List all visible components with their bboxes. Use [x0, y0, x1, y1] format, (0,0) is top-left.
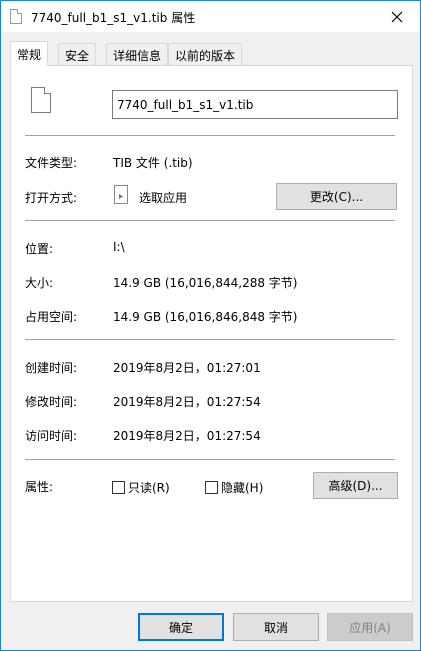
hidden-checkbox-box[interactable] — [205, 481, 218, 494]
cancel-button-label: 取消 — [263, 620, 288, 635]
tab-security[interactable]: 安全 — [58, 43, 97, 65]
ok-button-label: 确定 — [168, 620, 193, 635]
size-on-disk-label: 占用空间: — [25, 310, 78, 324]
divider — [25, 459, 395, 460]
apply-button-label: 应用(A) — [349, 620, 391, 635]
properties-window: 7740_full_b1_s1_v1.tib 属性 常规 安全 详细信息 以前的… — [0, 0, 421, 651]
modified-label: 修改时间: — [25, 395, 78, 409]
hidden-checkbox[interactable]: 隐藏(H) — [205, 479, 263, 496]
size-on-disk-value: 14.9 GB (16,016,846,848 字节) — [113, 310, 298, 324]
opens-with-label: 打开方式: — [25, 191, 78, 205]
change-button-label: 更改(C)... — [309, 190, 364, 204]
tab-details-label: 详细信息 — [113, 49, 162, 63]
change-button[interactable]: 更改(C)... — [276, 183, 397, 210]
advanced-button[interactable]: 高级(D)... — [313, 472, 398, 499]
location-label: 位置: — [25, 242, 54, 256]
tab-previous-versions[interactable]: 以前的版本 — [168, 43, 243, 65]
apply-button[interactable]: 应用(A) — [327, 613, 413, 641]
size-label: 大小: — [25, 276, 54, 290]
readonly-checkbox-box[interactable] — [112, 481, 125, 494]
file-type-label: 文件类型: — [25, 156, 78, 170]
divider — [25, 339, 395, 340]
attributes-label: 属性: — [25, 480, 54, 494]
divider — [25, 135, 395, 136]
created-value: 2019年8月2日，01:27:01 — [113, 361, 261, 375]
app-icon — [114, 185, 128, 204]
accessed-label: 访问时间: — [25, 429, 78, 443]
readonly-checkbox[interactable]: 只读(R) — [112, 479, 170, 496]
close-icon — [391, 11, 403, 22]
general-panel: 文件类型: TIB 文件 (.tib) 打开方式: 选取应用 更改(C)... … — [10, 65, 413, 602]
file-type-value: TIB 文件 (.tib) — [113, 156, 193, 170]
ok-button[interactable]: 确定 — [138, 613, 224, 641]
title-bar[interactable]: 7740_full_b1_s1_v1.tib 属性 — [1, 1, 420, 32]
document-icon — [31, 87, 51, 113]
size-value: 14.9 GB (16,016,844,288 字节) — [113, 276, 298, 290]
accessed-value: 2019年8月2日，01:27:54 — [113, 429, 261, 443]
opens-with-value: 选取应用 — [139, 191, 188, 205]
window-title: 7740_full_b1_s1_v1.tib 属性 — [31, 11, 196, 25]
tab-general-label: 常规 — [17, 48, 42, 62]
readonly-checkbox-label: 只读(R) — [128, 481, 170, 495]
divider — [25, 220, 395, 221]
file-name-field[interactable] — [112, 90, 398, 119]
created-label: 创建时间: — [25, 361, 78, 375]
tab-security-label: 安全 — [65, 49, 90, 63]
cancel-button[interactable]: 取消 — [233, 613, 319, 641]
tab-details[interactable]: 详细信息 — [106, 43, 169, 65]
modified-value: 2019年8月2日，01:27:54 — [113, 395, 261, 409]
location-value: I:\ — [113, 240, 125, 254]
advanced-button-label: 高级(D)... — [328, 479, 383, 493]
file-icon — [10, 9, 22, 24]
tab-general[interactable]: 常规 — [10, 41, 49, 66]
tab-previous-versions-label: 以前的版本 — [175, 49, 236, 63]
hidden-checkbox-label: 隐藏(H) — [221, 481, 264, 495]
close-button[interactable] — [374, 1, 420, 32]
